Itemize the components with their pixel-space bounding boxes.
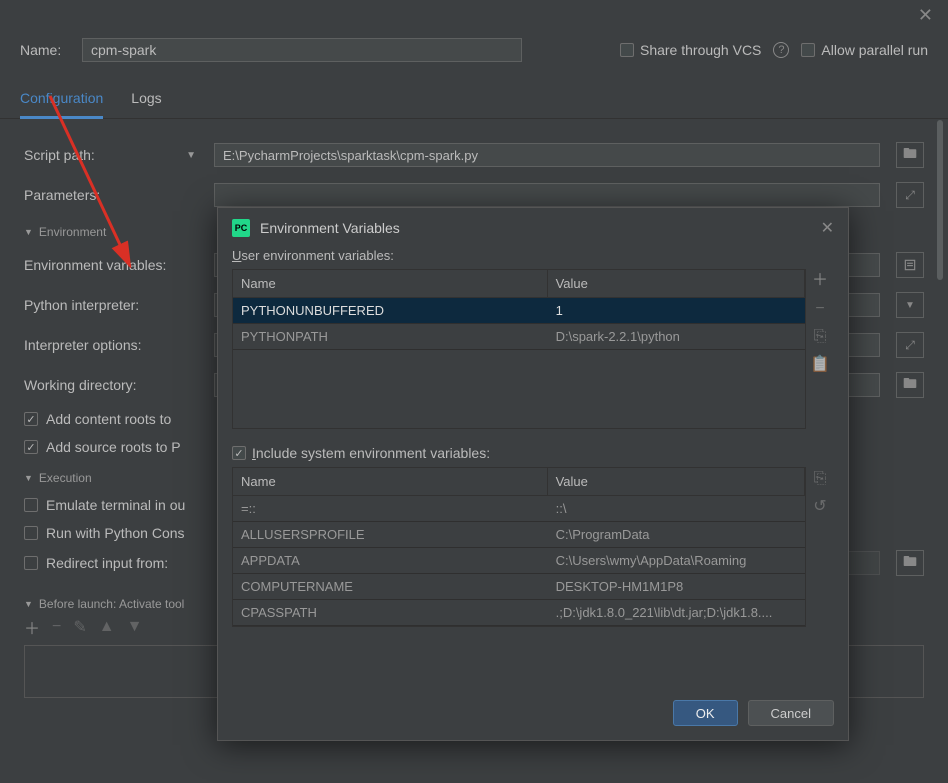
- env-vars-dialog: PC Environment Variables ✕ User environm…: [217, 207, 849, 741]
- remove-task-button[interactable]: −: [52, 618, 61, 636]
- interpreter-options-label: Interpreter options:: [24, 337, 204, 353]
- triangle-down-icon: ▼: [24, 473, 33, 483]
- checkbox-checked-icon: [232, 446, 246, 460]
- list-icon: [903, 258, 917, 272]
- scrollbar-thumb[interactable]: [937, 120, 943, 280]
- help-icon[interactable]: ?: [773, 42, 789, 58]
- folder-icon: 🖿: [903, 373, 917, 397]
- share-vcs-label: Share through VCS: [640, 42, 761, 58]
- allow-parallel-label: Allow parallel run: [821, 42, 928, 58]
- name-label: Name:: [20, 42, 70, 58]
- expand-icon: ⤢: [905, 188, 915, 203]
- user-vars-label: User environment variables:: [218, 244, 848, 269]
- allow-parallel-checkbox[interactable]: Allow parallel run: [801, 42, 928, 58]
- table-row[interactable]: CUDA_PATHC:\Program Files\NVIDIA GPU Com…: [233, 626, 805, 627]
- expand-button[interactable]: ⤢: [896, 332, 924, 358]
- dropdown-button[interactable]: ▼: [896, 292, 924, 318]
- revert-button[interactable]: ↺: [813, 499, 826, 515]
- working-directory-label: Working directory:: [24, 377, 204, 393]
- expand-icon: ⤢: [905, 338, 915, 353]
- copy-button[interactable]: ⎘: [814, 329, 827, 345]
- dialog-title: Environment Variables: [260, 220, 400, 236]
- expand-button[interactable]: ⤢: [896, 182, 924, 208]
- checkbox-icon: [24, 498, 38, 512]
- column-value[interactable]: Value: [548, 270, 805, 297]
- parameters-label: Parameters:: [24, 187, 204, 203]
- share-vcs-checkbox[interactable]: Share through VCS: [620, 42, 761, 58]
- table-row[interactable]: COMPUTERNAMEDESKTOP-HM1M1P8: [233, 574, 805, 600]
- folder-icon: 🖿: [903, 143, 917, 167]
- env-vars-edit-button[interactable]: [896, 252, 924, 278]
- chevron-down-icon: ▼: [905, 300, 915, 311]
- checkbox-checked-icon: ✓: [24, 440, 38, 454]
- checkbox-icon: [24, 556, 38, 570]
- chevron-down-icon: ▼: [186, 150, 196, 161]
- browse-button[interactable]: 🖿: [896, 550, 924, 576]
- scrollbar[interactable]: [937, 100, 943, 683]
- env-vars-label: Environment variables:: [24, 257, 204, 273]
- tab-configuration[interactable]: Configuration: [20, 82, 103, 119]
- close-icon[interactable]: ✕: [821, 218, 834, 238]
- table-row[interactable]: PYTHONPATH D:\spark-2.2.1\python: [233, 324, 805, 350]
- pycharm-icon: PC: [232, 219, 250, 237]
- triangle-down-icon: ▼: [24, 227, 33, 237]
- triangle-down-icon: ▼: [24, 599, 33, 609]
- column-name[interactable]: Name: [233, 270, 548, 297]
- table-row[interactable]: PYTHONUNBUFFERED 1: [233, 298, 805, 324]
- script-path-input[interactable]: E:\PycharmProjects\sparktask\cpm-spark.p…: [214, 143, 880, 167]
- python-interpreter-label: Python interpreter:: [24, 297, 204, 313]
- paste-button[interactable]: 📋: [810, 357, 830, 373]
- ok-button[interactable]: OK: [673, 700, 738, 726]
- tab-logs[interactable]: Logs: [131, 82, 161, 118]
- column-value[interactable]: Value: [548, 468, 805, 495]
- move-up-button[interactable]: ▲: [99, 618, 115, 636]
- add-var-button[interactable]: ＋: [812, 273, 828, 289]
- remove-var-button[interactable]: −: [815, 301, 824, 317]
- copy-button[interactable]: ⎘: [814, 471, 827, 487]
- browse-button[interactable]: 🖿: [896, 372, 924, 398]
- move-down-button[interactable]: ▼: [127, 618, 143, 636]
- include-system-checkbox[interactable]: Include system environment variables:: [232, 445, 490, 461]
- checkbox-checked-icon: ✓: [24, 412, 38, 426]
- checkbox-icon: [801, 43, 815, 57]
- system-vars-table[interactable]: Name Value =::::\ ALLUSERSPROFILEC:\Prog…: [232, 467, 806, 627]
- table-row[interactable]: ALLUSERSPROFILEC:\ProgramData: [233, 522, 805, 548]
- redirect-input-checkbox[interactable]: Redirect input from:: [24, 549, 214, 577]
- dialog-close-icon[interactable]: ✕: [918, 5, 933, 26]
- table-row[interactable]: =::::\: [233, 496, 805, 522]
- table-row[interactable]: APPDATAC:\Users\wmy\AppData\Roaming: [233, 548, 805, 574]
- script-path-label[interactable]: Script path: ▼: [24, 147, 204, 163]
- name-input[interactable]: [82, 38, 522, 62]
- checkbox-icon: [24, 526, 38, 540]
- add-task-button[interactable]: ＋: [24, 615, 40, 639]
- cancel-button[interactable]: Cancel: [748, 700, 834, 726]
- column-name[interactable]: Name: [233, 468, 548, 495]
- edit-task-button[interactable]: ✎: [73, 617, 86, 637]
- parameters-input[interactable]: [214, 183, 880, 207]
- folder-icon: 🖿: [903, 551, 917, 575]
- checkbox-icon: [620, 43, 634, 57]
- table-row[interactable]: CPASSPATH.;D:\jdk1.8.0_221\lib\dt.jar;D:…: [233, 600, 805, 626]
- browse-button[interactable]: 🖿: [896, 142, 924, 168]
- user-vars-table[interactable]: Name Value PYTHONUNBUFFERED 1 PYTHONPATH…: [232, 269, 806, 429]
